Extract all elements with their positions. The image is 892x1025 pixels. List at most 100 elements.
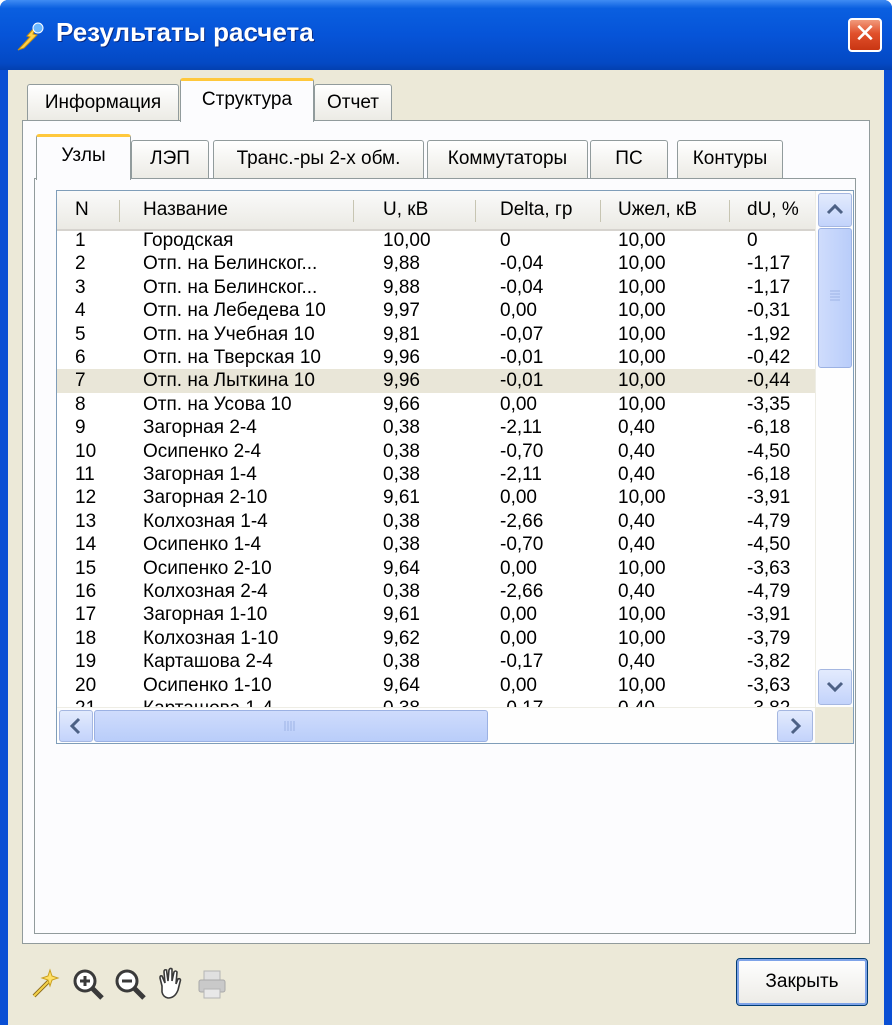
subtab-transformers[interactable]: Транс.-ры 2-х обм.: [213, 140, 424, 178]
select-icon[interactable]: [28, 966, 64, 1002]
table-row[interactable]: 14 Осипенко 1-4 0,38 -0,70 0,40 -4,50: [57, 533, 815, 556]
table-row[interactable]: 19 Карташова 2-4 0,38 -0,17 0,40 -3,82: [57, 650, 815, 673]
cell-desired-voltage: 10,00: [618, 674, 666, 696]
cell-n: 19: [75, 651, 97, 673]
cell-delta: 0,00: [500, 300, 537, 322]
window-close-button[interactable]: ✕: [848, 18, 882, 52]
column-header-desired-voltage[interactable]: Uжел, кВ: [618, 191, 718, 229]
table-row[interactable]: 12 Загорная 2-10 9,61 0,00 10,00 -3,91: [57, 486, 815, 509]
cell-desired-voltage: 10,00: [618, 393, 666, 415]
pan-hand-icon[interactable]: [152, 966, 188, 1002]
zoom-out-icon[interactable]: [112, 966, 148, 1002]
cell-delta: -0,04: [500, 253, 544, 275]
table-row[interactable]: 13 Колхозная 1-4 0,38 -2,66 0,40 -4,79: [57, 510, 815, 533]
subtab-substations[interactable]: ПС: [590, 140, 668, 178]
column-header-n[interactable]: N: [75, 191, 115, 229]
cell-delta: 0,00: [500, 604, 537, 626]
cell-voltage: 9,88: [383, 276, 420, 298]
table-row[interactable]: 21 Карташова 1-4 0,38 -0,17 0,40 -3,82: [57, 697, 815, 707]
table-row[interactable]: 10 Осипенко 2-4 0,38 -0,70 0,40 -4,50: [57, 440, 815, 463]
cell-delta: 0,00: [500, 674, 537, 696]
scroll-right-button[interactable]: [777, 710, 813, 742]
cell-desired-voltage: 10,00: [618, 300, 666, 322]
cell-desired-voltage: 0,40: [618, 510, 655, 532]
cell-voltage: 9,64: [383, 557, 420, 579]
cell-voltage: 0,38: [383, 510, 420, 532]
table-row[interactable]: 20 Осипенко 1-10 9,64 0,00 10,00 -3,63: [57, 674, 815, 697]
scroll-down-button[interactable]: [818, 669, 852, 705]
cell-du: -3,63: [747, 674, 791, 696]
cell-du: -4,79: [747, 581, 791, 602]
cell-delta: -0,17: [500, 697, 610, 707]
cell-du: -3,91: [747, 487, 791, 509]
table-row[interactable]: 15 Осипенко 2-10 9,64 0,00 10,00 -3,63: [57, 557, 815, 580]
cell-du: -4,50: [747, 440, 791, 462]
cell-voltage: 9,61: [383, 604, 420, 626]
cell-desired-voltage: 10,00: [618, 487, 666, 509]
subtab-lines[interactable]: ЛЭП: [131, 140, 209, 178]
table-row[interactable]: 3 Отп. на Белинског... 9,88 -0,04 10,00 -1,17: [57, 276, 815, 299]
cell-name: Карташова 2-4: [143, 651, 273, 673]
table-row[interactable]: 5 Отп. на Учебная 10 9,81 -0,07 10,00 -1,92: [57, 323, 815, 346]
subtab-switches[interactable]: Коммутаторы: [427, 140, 588, 178]
table-row[interactable]: 6 Отп. на Тверская 10 9,96 -0,01 10,00 -0,42: [57, 346, 815, 369]
table-row[interactable]: 11 Загорная 1-4 0,38 -2,11 0,40 -6,18: [57, 463, 815, 486]
cell-desired-voltage: 10,00: [618, 230, 666, 251]
cell-desired-voltage: 10,00: [618, 276, 666, 298]
table-row[interactable]: 4 Отп. на Лебедева 10 9,97 0,00 10,00 -0,31: [57, 299, 815, 322]
scroll-up-button[interactable]: [818, 193, 852, 227]
cell-voltage: 9,97: [383, 300, 420, 322]
cell-du: -3,63: [747, 557, 791, 579]
cell-voltage: 0,38: [383, 534, 420, 556]
table-row[interactable]: 8 Отп. на Усова 10 9,66 0,00 10,00 -3,35: [57, 393, 815, 416]
table-row[interactable]: 16 Колхозная 2-4 0,38 -2,66 0,40 -4,79: [57, 580, 815, 603]
cell-n: 15: [75, 557, 97, 579]
table-row[interactable]: 7 Отп. на Лыткина 10 9,96 -0,01 10,00 -0,44: [57, 369, 815, 393]
cell-voltage: 0,38: [383, 464, 420, 485]
zoom-in-icon[interactable]: [70, 966, 106, 1002]
tab-information[interactable]: Информация: [27, 84, 179, 120]
cell-name: Колхозная 1-10: [143, 627, 279, 649]
table-row[interactable]: 9 Загорная 2-4 0,38 -2,11 0,40 -6,18: [57, 416, 815, 439]
vertical-scrollbar[interactable]: [815, 191, 853, 707]
cell-delta: -2,11: [500, 464, 542, 485]
print-icon[interactable]: [194, 966, 230, 1002]
subtab-nodes[interactable]: Узлы: [36, 134, 131, 180]
table-row[interactable]: 17 Загорная 1-10 9,61 0,00 10,00 -3,91: [57, 603, 815, 626]
table-row[interactable]: 18 Колхозная 1-10 9,62 0,00 10,00 -3,79: [57, 627, 815, 650]
cell-name: Загорная 2-10: [143, 487, 268, 509]
tab-report[interactable]: Отчет: [314, 84, 392, 120]
title-bar[interactable]: Результаты расчета ✕: [0, 0, 892, 70]
column-header-name[interactable]: Название: [143, 191, 343, 229]
scroll-left-button[interactable]: [59, 710, 93, 742]
cell-n: 21: [75, 697, 131, 707]
cell-voltage: 9,88: [383, 253, 420, 275]
cell-name: Осипенко 1-4: [143, 534, 262, 556]
cell-du: -3,91: [747, 604, 791, 626]
cell-name: Отп. на Учебная 10: [143, 323, 315, 345]
cell-n: 2: [75, 253, 86, 275]
column-header-du[interactable]: dU, %: [747, 191, 813, 229]
cell-du: -0,31: [747, 300, 791, 322]
cell-delta: 0,00: [500, 393, 537, 415]
scroll-thumb-horizontal[interactable]: [94, 710, 488, 742]
column-header-voltage[interactable]: U, кВ: [383, 191, 473, 229]
cell-voltage: 9,66: [383, 393, 420, 415]
horizontal-scrollbar[interactable]: [57, 707, 815, 743]
table-header: N Название U, кВ Delta, гр Uжел, кВ dU, …: [57, 191, 815, 231]
table-row[interactable]: 2 Отп. на Белинског... 9,88 -0,04 10,00 -1,17: [57, 252, 815, 275]
table-row[interactable]: 1 Городская 10,00 0 10,00 0: [57, 229, 815, 252]
chevron-up-icon: [826, 203, 844, 215]
cell-n: 5: [75, 323, 86, 345]
cell-voltage: 0,38: [383, 417, 420, 439]
subtab-contours[interactable]: Контуры: [677, 140, 783, 178]
grip-icon: [830, 290, 840, 301]
scroll-thumb-vertical[interactable]: [818, 228, 852, 368]
tab-structure[interactable]: Структура: [180, 78, 314, 122]
scroll-corner: [815, 707, 853, 743]
close-button[interactable]: Закрыть: [736, 958, 868, 1006]
cell-desired-voltage: 10,00: [618, 253, 666, 275]
nodes-table[interactable]: N Название U, кВ Delta, гр Uжел, кВ dU, …: [56, 190, 854, 744]
cell-desired-voltage: 0,40: [618, 651, 655, 673]
column-header-delta[interactable]: Delta, гр: [500, 191, 600, 229]
